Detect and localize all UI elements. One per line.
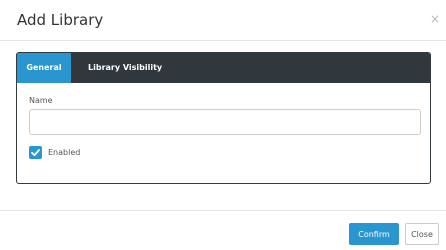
close-button[interactable]: Close xyxy=(405,223,439,245)
tab-general[interactable]: General xyxy=(17,53,71,83)
dialog-title: Add Library xyxy=(17,11,104,29)
tab-library-visibility[interactable]: Library Visibility xyxy=(88,53,174,83)
dialog-footer: Confirm Close xyxy=(0,210,446,250)
name-input[interactable] xyxy=(29,109,421,135)
name-label: Name xyxy=(29,96,53,105)
enabled-checkbox[interactable] xyxy=(29,146,42,159)
add-library-dialog: Add Library × General Library Visibility… xyxy=(0,0,446,250)
dialog-header: Add Library × xyxy=(0,0,446,41)
confirm-button[interactable]: Confirm xyxy=(349,223,399,245)
enabled-label: Enabled xyxy=(48,148,81,157)
tab-bar: General Library Visibility xyxy=(17,53,430,83)
tab-panel: General Library Visibility Name Enabled xyxy=(16,52,431,184)
close-icon[interactable]: × xyxy=(430,13,440,25)
checkmark-icon xyxy=(31,149,40,157)
